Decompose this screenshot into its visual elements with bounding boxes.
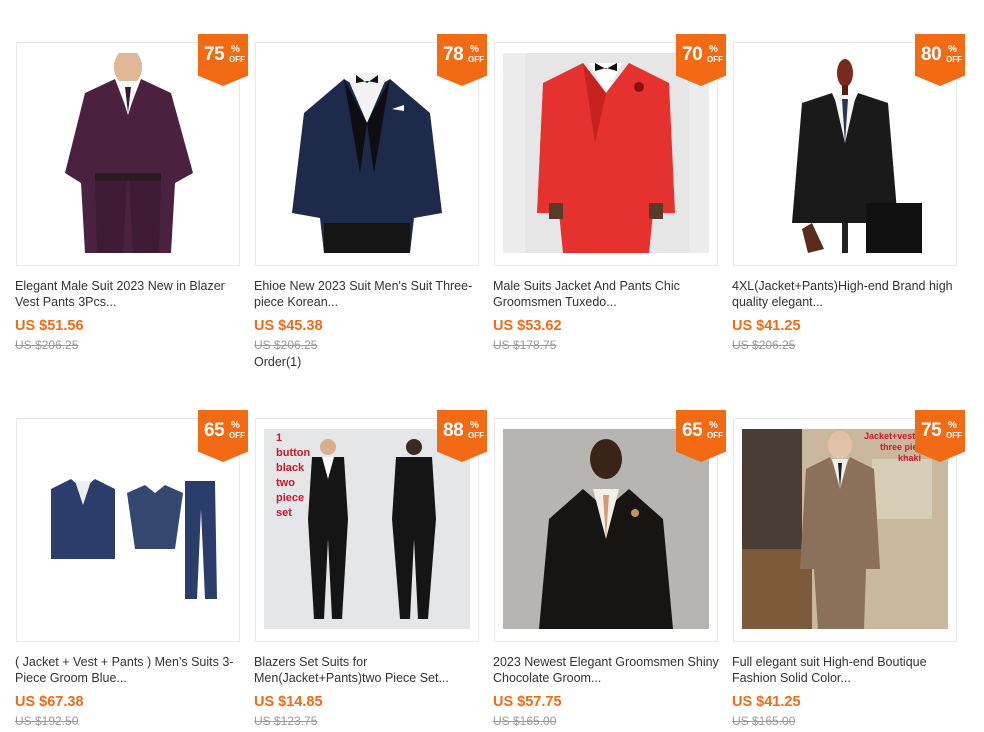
original-price: US $206.25 — [15, 338, 79, 352]
discount-badge: 75 % OFF — [915, 410, 965, 462]
discount-badge: 88 % OFF — [437, 410, 487, 462]
original-price: US $178.75 — [493, 338, 557, 352]
product-title[interactable]: Full elegant suit High-end Boutique Fash… — [732, 654, 958, 686]
product-title[interactable]: 2023 Newest Elegant Groomsmen Shiny Choc… — [493, 654, 719, 686]
original-price: US $192.50 — [15, 714, 79, 728]
purple-suit-image — [25, 53, 231, 253]
order-count: Order(1) — [254, 355, 302, 369]
product-title[interactable]: Male Suits Jacket And Pants Chic Groomsm… — [493, 278, 719, 310]
product-title[interactable]: ( Jacket + Vest + Pants ) Men's Suits 3-… — [15, 654, 241, 686]
discount-badge: 78 % OFF — [437, 34, 487, 86]
product-title[interactable]: Ehioe New 2023 Suit Men's Suit Three-pie… — [254, 278, 480, 310]
product-title[interactable]: Blazers Set Suits for Men(Jacket+Pants)t… — [254, 654, 480, 686]
product-price: US $67.38 — [15, 694, 84, 710]
image-overlay-text: Jacket+vest+ three pie khaki — [864, 431, 922, 463]
product-price: US $53.62 — [493, 318, 562, 334]
product-price: US $41.25 — [732, 318, 801, 334]
discount-badge: 75 % OFF — [198, 34, 248, 86]
original-price: US $206.25 — [732, 338, 796, 352]
discount-badge: 65 % OFF — [676, 410, 726, 462]
blue-three-piece-image — [25, 429, 231, 629]
red-suit-image — [503, 53, 709, 253]
chocolate-suit-image — [503, 429, 709, 629]
product-title[interactable]: 4XL(Jacket+Pants)High-end Brand high qua… — [732, 278, 958, 310]
navy-suit-image — [264, 53, 470, 253]
product-price: US $45.38 — [254, 318, 323, 334]
original-price: US $206.25 — [254, 338, 318, 352]
discount-badge: 70 % OFF — [676, 34, 726, 86]
product-price: US $14.85 — [254, 694, 323, 710]
original-price: US $123.75 — [254, 714, 318, 728]
black-suit-mannequin-image — [742, 53, 948, 253]
discount-badge: 80 % OFF — [915, 34, 965, 86]
product-price: US $51.56 — [15, 318, 84, 334]
original-price: US $165.00 — [493, 714, 557, 728]
product-price: US $41.25 — [732, 694, 801, 710]
original-price: US $165.00 — [732, 714, 796, 728]
product-title[interactable]: Elegant Male Suit 2023 New in Blazer Ves… — [15, 278, 241, 310]
discount-badge: 65 % OFF — [198, 410, 248, 462]
product-price: US $57.75 — [493, 694, 562, 710]
image-overlay-text: 1 button black two piece set — [276, 432, 311, 519]
